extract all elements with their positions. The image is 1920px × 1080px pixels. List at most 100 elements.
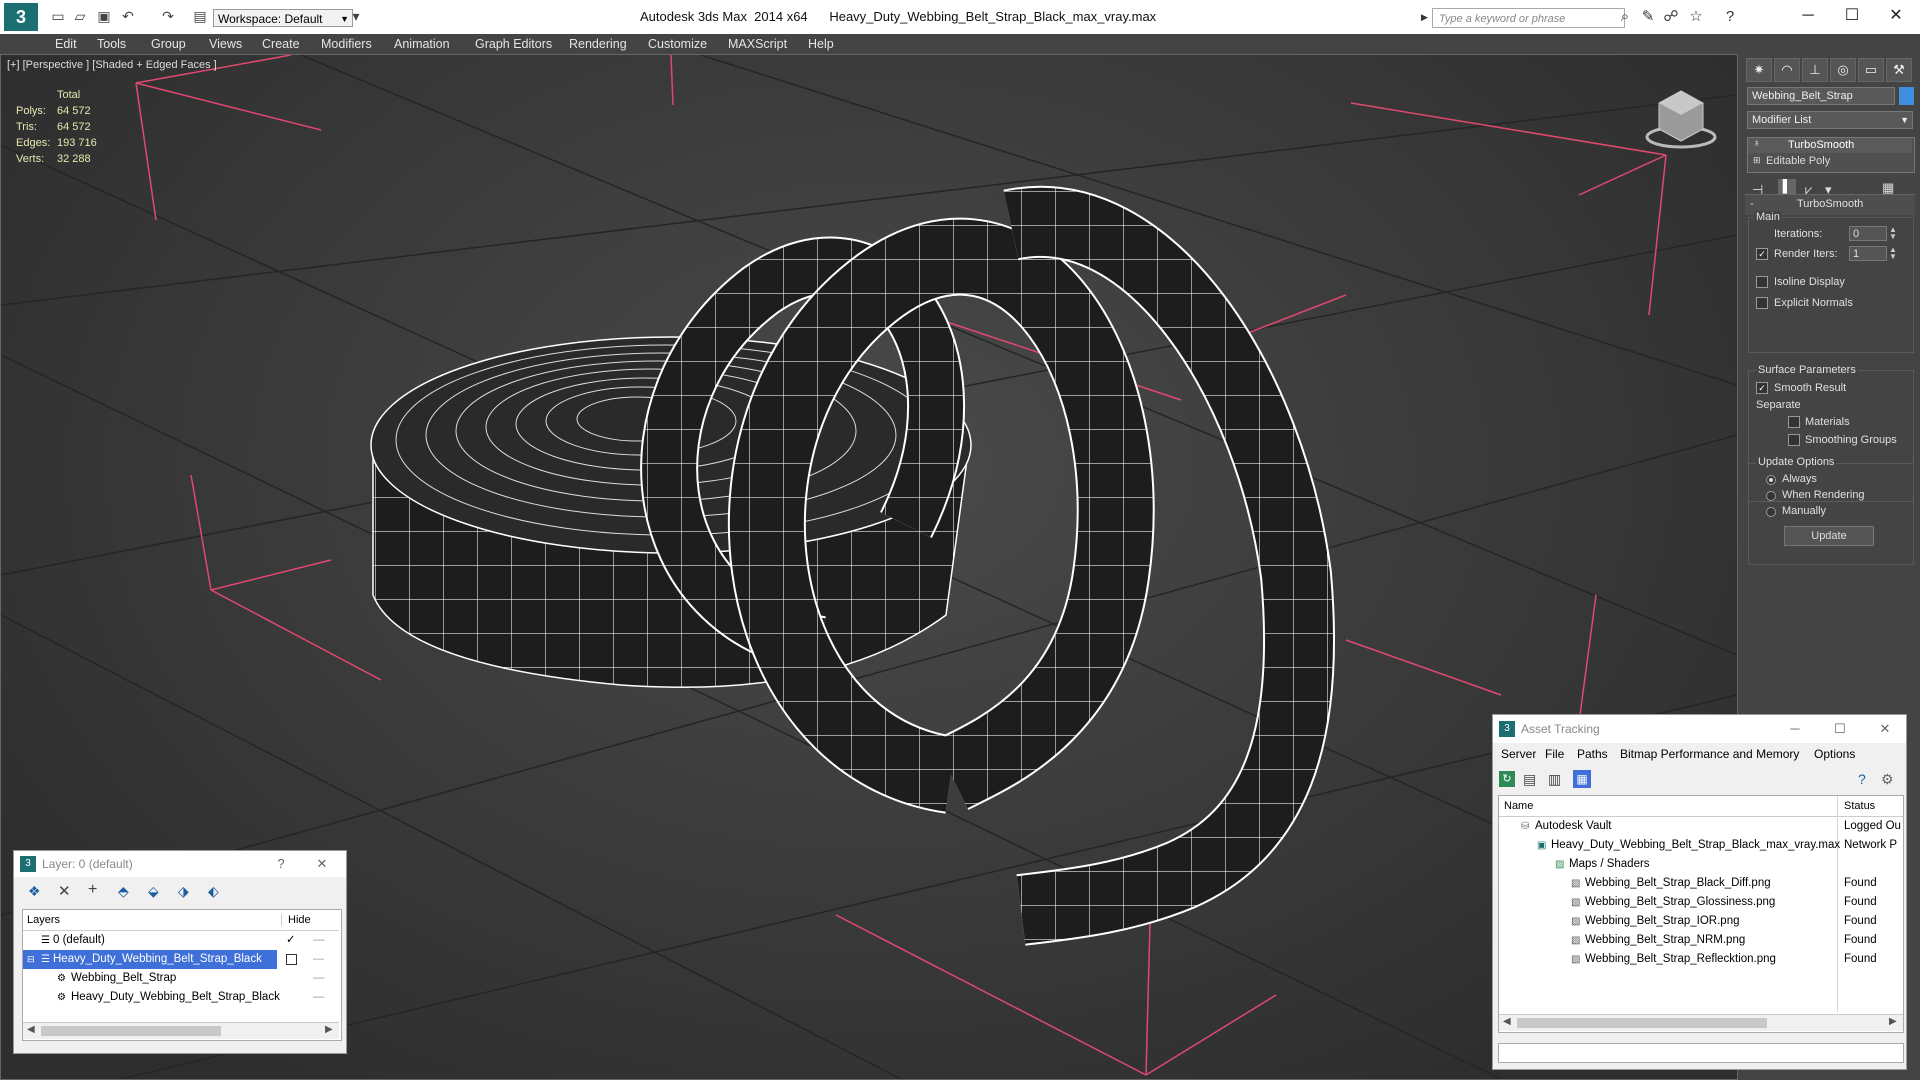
list-view-icon[interactable]: ▤ (1523, 771, 1536, 788)
render-iters-spinner-arrows[interactable]: ▲ ▼ (1889, 246, 1897, 261)
asset-row[interactable]: ▧ Webbing_Belt_Strap_IOR.png Found (1499, 912, 1903, 931)
asset-row[interactable]: ▧ Webbing_Belt_Strap_Black_Diff.png Foun… (1499, 874, 1903, 893)
asset-menu-paths[interactable]: Paths (1577, 747, 1608, 761)
asset-menu-bitmap-performance[interactable]: Bitmap Performance and Memory (1620, 747, 1799, 761)
active-layer-check-icon[interactable]: ✓ (286, 931, 296, 950)
asset-row[interactable]: ▧ Webbing_Belt_Strap_Reflecktion.png Fou… (1499, 950, 1903, 969)
always-radio[interactable] (1766, 475, 1776, 485)
layer-row-selected[interactable]: ⊟ ☰ Heavy_Duty_Webbing_Belt_Strap_Black (23, 950, 277, 969)
utilities-tab-icon[interactable]: ⚒ (1886, 58, 1912, 82)
scrollbar-thumb[interactable] (41, 1026, 221, 1036)
close-button[interactable]: ✕ (311, 854, 333, 874)
hide-toggle-icon[interactable]: — (313, 931, 325, 950)
freeze-all-layers-icon[interactable]: ⬖ (208, 883, 219, 900)
menu-views[interactable]: Views (209, 34, 242, 54)
asset-row[interactable]: ▧ Webbing_Belt_Strap_Glossiness.png Foun… (1499, 893, 1903, 912)
hide-all-layers-icon[interactable]: ⬗ (178, 883, 189, 900)
asset-row[interactable]: ▨ Maps / Shaders (1499, 855, 1903, 874)
display-tab-icon[interactable]: ▭ (1858, 58, 1884, 82)
horizontal-scrollbar[interactable]: ◀ ▶ (1499, 1014, 1903, 1031)
app-logo-icon[interactable]: 3 (4, 3, 38, 31)
open-file-icon[interactable]: ▱ (72, 8, 88, 24)
asset-window-titlebar[interactable]: 3 Asset Tracking ─ ☐ ✕ (1493, 715, 1906, 743)
menu-edit[interactable]: Edit (55, 34, 77, 54)
add-to-layer-icon[interactable]: + (88, 881, 97, 899)
manually-radio[interactable] (1766, 507, 1776, 517)
asset-menu-options[interactable]: Options (1814, 747, 1855, 761)
hide-toggle-icon[interactable]: — (313, 988, 325, 1007)
undo-icon[interactable]: ↶ (120, 8, 136, 24)
col-layers[interactable]: Layers (27, 914, 60, 926)
delete-layer-icon[interactable]: ✕ (58, 882, 71, 900)
settings-icon[interactable]: ⚙ (1881, 771, 1894, 788)
menu-graph-editors[interactable]: Graph Editors (475, 34, 552, 54)
smooth-result-checkbox[interactable]: ✓ (1756, 382, 1768, 394)
asset-row[interactable]: ⛁ Autodesk Vault Logged Ou (1499, 817, 1903, 836)
modify-tab-icon[interactable]: ◠ (1774, 58, 1800, 82)
menu-help[interactable]: Help (808, 34, 834, 54)
save-file-icon[interactable]: ▣ (96, 8, 112, 24)
new-file-icon[interactable]: ▭ (50, 8, 66, 24)
menu-tools[interactable]: Tools (97, 34, 126, 54)
iterations-spinner-arrows[interactable]: ▲ ▼ (1889, 226, 1897, 241)
maximize-button[interactable]: ☐ (1834, 4, 1870, 28)
object-row[interactable]: ⚙ Heavy_Duty_Webbing_Belt_Strap_Black — (23, 988, 341, 1007)
hide-toggle-icon[interactable]: — (313, 969, 325, 988)
binoculars-icon[interactable]: ⌕ (1617, 9, 1633, 25)
layer-window-titlebar[interactable]: 3 Layer: 0 (default) ? ✕ (14, 851, 346, 877)
hide-toggle-icon[interactable]: — (313, 950, 324, 969)
search-input[interactable]: Type a keyword or phrase (1432, 8, 1625, 28)
menu-maxscript[interactable]: MAXScript (728, 34, 787, 54)
smoothing-groups-checkbox[interactable] (1788, 434, 1800, 446)
when-rendering-radio[interactable] (1766, 491, 1776, 501)
viewcube-icon[interactable] (1641, 85, 1721, 155)
communication-icon[interactable]: ☍ (1663, 9, 1679, 25)
search-expand-icon[interactable]: ▶ (1421, 12, 1428, 23)
asset-row[interactable]: ▣ Heavy_Duty_Webbing_Belt_Strap_Black_ma… (1499, 836, 1903, 855)
refresh-icon[interactable]: ↻ (1499, 771, 1515, 787)
scroll-left-icon[interactable]: ◀ (27, 1024, 35, 1035)
create-tab-icon[interactable]: ✷ (1746, 58, 1772, 82)
current-layer-box[interactable] (286, 954, 297, 965)
viewport-label[interactable]: [+] [Perspective ] [Shaded + Edged Faces… (7, 59, 217, 71)
hierarchy-tab-icon[interactable]: ⊥ (1802, 58, 1828, 82)
scroll-right-icon[interactable]: ▶ (1889, 1016, 1897, 1027)
subscription-icon[interactable]: ✎ (1640, 9, 1656, 25)
menu-group[interactable]: Group (151, 34, 186, 54)
table-view-icon[interactable]: ▦ (1573, 770, 1591, 788)
asset-row[interactable]: ▧ Webbing_Belt_Strap_NRM.png Found (1499, 931, 1903, 950)
menu-rendering[interactable]: Rendering (569, 34, 627, 54)
modifier-list-dropdown[interactable]: Modifier List ▼ (1747, 111, 1913, 129)
create-layer-icon[interactable]: ❖ (28, 883, 41, 900)
scroll-left-icon[interactable]: ◀ (1503, 1016, 1511, 1027)
close-button[interactable]: ✕ (1878, 4, 1914, 28)
close-button[interactable]: ✕ (1874, 719, 1896, 739)
workspace-expand-icon[interactable]: ▾ (348, 8, 364, 24)
col-status[interactable]: Status (1844, 800, 1875, 812)
update-button[interactable]: Update (1784, 526, 1874, 546)
menu-modifiers[interactable]: Modifiers (321, 34, 372, 54)
help-button[interactable]: ? (270, 854, 292, 874)
stack-item-editable-poly[interactable]: ⊞ Editable Poly (1748, 154, 1912, 169)
materials-checkbox[interactable] (1788, 416, 1800, 428)
help-icon[interactable]: ? (1722, 9, 1738, 25)
highlight-layers-icon[interactable]: ⬙ (148, 883, 159, 900)
object-row[interactable]: ⚙ Webbing_Belt_Strap — (23, 969, 341, 988)
object-color-swatch[interactable] (1899, 87, 1914, 105)
menu-customize[interactable]: Customize (648, 34, 707, 54)
asset-menu-server[interactable]: Server (1501, 747, 1536, 761)
project-folder-icon[interactable]: ▤ (192, 8, 208, 24)
iterations-spinner[interactable]: 0 (1849, 226, 1887, 241)
favorites-star-icon[interactable]: ☆ (1688, 9, 1704, 25)
workspace-dropdown[interactable]: Workspace: Default ▼ (213, 9, 353, 27)
col-name[interactable]: Name (1504, 800, 1533, 812)
explicit-normals-checkbox[interactable] (1756, 297, 1768, 309)
lightbulb-icon[interactable]: ♁ (1753, 138, 1761, 149)
col-hide[interactable]: Hide (281, 914, 311, 926)
minimize-button[interactable]: ─ (1790, 4, 1826, 28)
layer-row[interactable]: ☰ 0 (default) ✓ — (23, 931, 341, 950)
maximize-button[interactable]: ☐ (1829, 719, 1851, 739)
scrollbar-thumb[interactable] (1517, 1018, 1767, 1028)
collapse-icon[interactable]: ⊟ (27, 950, 35, 969)
redo-icon[interactable]: ↷ (160, 8, 176, 24)
